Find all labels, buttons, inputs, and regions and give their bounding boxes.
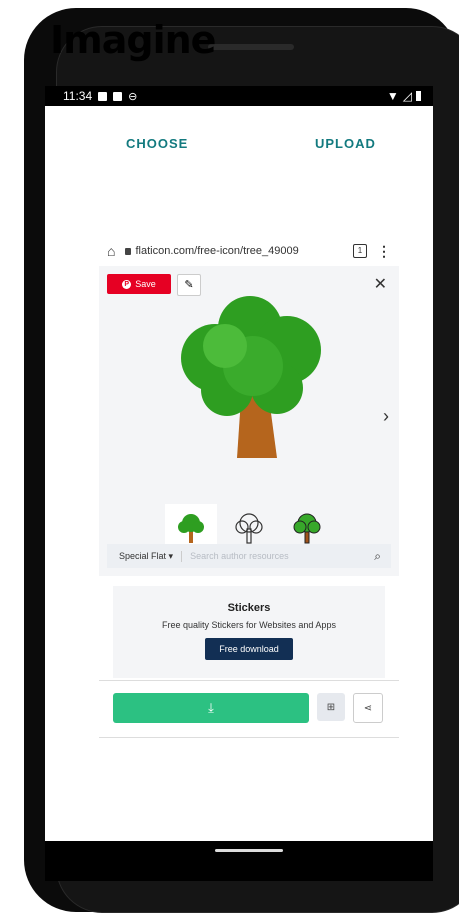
- search-icon[interactable]: ⌕: [374, 549, 391, 564]
- download-bar: ⤓ ⊞ ⋖: [99, 680, 399, 738]
- chevron-down-icon: ▾: [168, 550, 174, 561]
- sync-icon: ⊖: [128, 90, 138, 103]
- share-button[interactable]: ⋖: [353, 693, 383, 723]
- style-select[interactable]: Special Flat ▾: [107, 550, 183, 562]
- phone-speaker: [208, 44, 294, 50]
- download-icon: ⤓: [208, 700, 214, 715]
- free-download-button[interactable]: Free download: [205, 638, 293, 660]
- battery-icon: [416, 91, 421, 101]
- sim-icon: [98, 91, 108, 101]
- pinterest-icon: P: [122, 279, 132, 289]
- overlay-title: Imagine: [50, 18, 216, 62]
- share-icon: ⋖: [363, 702, 373, 714]
- download-button[interactable]: ⤓: [113, 693, 309, 723]
- more-options-icon[interactable]: ⋮: [377, 243, 391, 260]
- screenshot-preview: ⌂ flaticon.com/free-icon/tree_49009 1 ⋮ …: [99, 234, 399, 774]
- promo-description: Free quality Stickers for Websites and A…: [162, 620, 336, 630]
- tree-flat-icon: [178, 514, 204, 543]
- wifi-icon: ▼: [386, 89, 399, 103]
- notification-icon: [113, 91, 123, 101]
- app-screen: CHOOSE UPLOAD ⌂ flaticon.com/free-icon/t…: [45, 106, 433, 841]
- tree-outline-icon: [235, 513, 263, 544]
- lock-icon: [125, 247, 132, 255]
- next-image-icon[interactable]: ›: [383, 406, 389, 427]
- search-row: Special Flat ▾ Search author resources ⌕: [107, 544, 391, 568]
- style-select-value: Special Flat: [119, 550, 167, 561]
- tree-image: [181, 296, 321, 458]
- image-viewer: P Save ✎ ✕ ›: [99, 266, 399, 576]
- url-text[interactable]: flaticon.com/free-icon/tree_49009: [135, 245, 343, 257]
- browser-url-bar: ⌂ flaticon.com/free-icon/tree_49009 1 ⋮: [107, 240, 391, 262]
- add-to-collection-button[interactable]: ⊞: [317, 693, 345, 721]
- promo-title: Stickers: [227, 602, 271, 614]
- pinterest-save-button[interactable]: P Save: [107, 274, 171, 294]
- close-icon[interactable]: ✕: [374, 274, 387, 294]
- navigation-bar: [45, 841, 433, 881]
- home-icon[interactable]: ⌂: [107, 243, 115, 259]
- tab-count-icon[interactable]: 1: [353, 244, 367, 258]
- choose-button[interactable]: CHOOSE: [126, 136, 188, 151]
- home-gesture-handle[interactable]: [215, 849, 283, 852]
- collection-icon: ⊞: [326, 701, 336, 713]
- status-bar: 11:34 ⊖ ▼ ◿: [45, 86, 433, 106]
- save-label: Save: [135, 279, 156, 289]
- stickers-promo: Stickers Free quality Stickers for Websi…: [113, 586, 385, 678]
- status-time: 11:34: [63, 89, 93, 103]
- tree-lineal-color-icon: [293, 513, 321, 544]
- signal-icon: ◿: [402, 89, 412, 103]
- search-input[interactable]: Search author resources: [182, 551, 374, 561]
- upload-button[interactable]: UPLOAD: [315, 136, 376, 151]
